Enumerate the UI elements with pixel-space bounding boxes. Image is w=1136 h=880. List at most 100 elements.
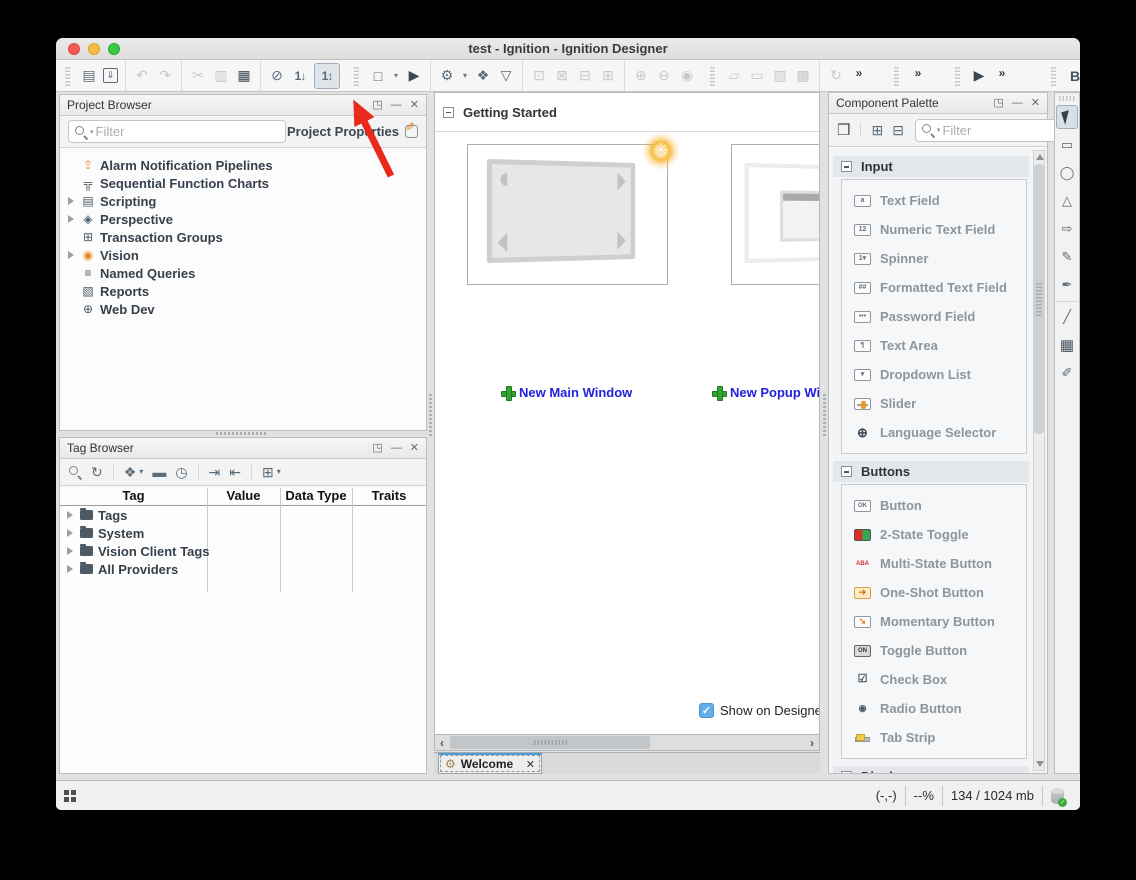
close-panel-icon[interactable]: ✕ bbox=[410, 443, 419, 454]
palette-item-toggle-button[interactable]: ON Toggle Button bbox=[842, 636, 1026, 665]
section-buttons[interactable]: Buttons bbox=[833, 461, 1029, 482]
redo-button[interactable]: ↷ bbox=[156, 65, 174, 87]
layout-button[interactable]: ⊞ bbox=[599, 65, 617, 87]
chevron-down-icon[interactable]: ▾ bbox=[937, 126, 941, 134]
expand-arrow-icon[interactable] bbox=[65, 510, 75, 520]
scroll-right-arrow[interactable]: › bbox=[805, 737, 819, 749]
run-button[interactable]: ▶ bbox=[970, 65, 988, 87]
palette-item-2-state-toggle[interactable]: 2-State Toggle bbox=[842, 520, 1026, 549]
palette-item-dropdown-list[interactable]: ▾ Dropdown List bbox=[842, 360, 1026, 389]
column-header-tag[interactable]: Tag bbox=[60, 488, 207, 505]
toolbar-overflow-chevron[interactable]: » bbox=[850, 62, 868, 84]
bold-button[interactable]: B bbox=[1066, 65, 1080, 87]
tree-item-named-queries[interactable]: ≡ Named Queries bbox=[60, 264, 426, 282]
polygon-tool[interactable]: △ bbox=[1056, 189, 1078, 213]
palette-item-spinner[interactable]: 1▾ Spinner bbox=[842, 244, 1026, 273]
tab-welcome[interactable]: ⚙ Welcome ✕ bbox=[438, 753, 542, 774]
paste-button[interactable]: ▦ bbox=[235, 65, 253, 87]
align-contract-button[interactable]: ⊠ bbox=[553, 65, 571, 87]
save-button[interactable]: ▤ bbox=[80, 65, 98, 87]
expand-arrow-icon[interactable] bbox=[66, 250, 76, 260]
minimize-panel-icon[interactable]: — bbox=[391, 100, 402, 111]
project-settings-button[interactable]: ❖ bbox=[474, 65, 492, 87]
minimize-panel-icon[interactable]: — bbox=[391, 443, 402, 454]
close-tab-icon[interactable]: ✕ bbox=[526, 758, 535, 771]
zoom-in-button[interactable]: ⊕ bbox=[632, 65, 650, 87]
palette-item-password-field[interactable]: ••• Password Field bbox=[842, 302, 1026, 331]
palette-item-momentary-button[interactable]: ➘ Momentary Button bbox=[842, 607, 1026, 636]
expand-arrow-icon[interactable] bbox=[66, 178, 76, 188]
toolbar-overflow-chevron-2[interactable]: » bbox=[909, 62, 927, 84]
undo-button[interactable]: ↶ bbox=[133, 65, 151, 87]
tag-folder-system[interactable]: System bbox=[60, 524, 426, 542]
udt-definitions-button[interactable]: ▬ bbox=[152, 465, 166, 479]
security-shield-button[interactable]: ▽ bbox=[497, 65, 515, 87]
minimize-window-button[interactable] bbox=[88, 43, 100, 55]
collapse-box-icon[interactable] bbox=[841, 771, 852, 773]
eyedropper-tool[interactable]: ✐ bbox=[1056, 361, 1078, 385]
pattern-tool[interactable]: ▦ bbox=[1056, 333, 1078, 357]
collapse-box-icon[interactable] bbox=[841, 466, 852, 477]
scroll-down-arrow[interactable] bbox=[1036, 761, 1044, 767]
ellipse-tool[interactable]: ◯ bbox=[1056, 161, 1078, 185]
tag-folder-tags[interactable]: Tags bbox=[60, 506, 426, 524]
column-header-traits[interactable]: Traits bbox=[352, 488, 426, 505]
arrow-tool[interactable]: ⇨ bbox=[1056, 217, 1078, 241]
horizontal-splitter[interactable] bbox=[216, 432, 268, 435]
bring-forward-button[interactable]: ▱ bbox=[725, 65, 743, 87]
chevron-down-icon[interactable]: ▾ bbox=[90, 128, 94, 136]
minimize-panel-icon[interactable]: — bbox=[1012, 98, 1023, 109]
tag-refresh-button[interactable]: ↻ bbox=[91, 465, 103, 479]
expand-all-button[interactable]: ⊞ bbox=[860, 123, 883, 137]
cut-button[interactable]: ✂ bbox=[189, 65, 207, 87]
tag-history-button[interactable]: ◷ bbox=[175, 465, 187, 479]
palette-item-slider[interactable]: Slider bbox=[842, 389, 1026, 418]
preview-mode-button[interactable]: ▶ bbox=[405, 65, 423, 87]
new-popup-window-card[interactable] bbox=[731, 144, 820, 285]
palette-item-one-shot-button[interactable]: ➔ One-Shot Button bbox=[842, 578, 1026, 607]
palette-item-formatted-text-field[interactable]: ## Formatted Text Field bbox=[842, 273, 1026, 302]
send-backward-button[interactable]: ▭ bbox=[748, 65, 766, 87]
close-panel-icon[interactable]: ✕ bbox=[1031, 98, 1040, 109]
line-tool[interactable]: ╱ bbox=[1056, 301, 1078, 329]
link-label[interactable]: New Popup Wi bbox=[730, 385, 820, 400]
pen-tool[interactable]: ✒ bbox=[1056, 273, 1078, 297]
zoom-window-button[interactable] bbox=[108, 43, 120, 55]
pencil-tool[interactable]: ✎ bbox=[1056, 245, 1078, 269]
expand-arrow-icon[interactable] bbox=[66, 286, 76, 296]
new-popup-window-link[interactable]: New Popup Wi bbox=[712, 385, 820, 400]
tree-item-sequential-function-charts[interactable]: ╦ Sequential Function Charts bbox=[60, 174, 426, 192]
expand-arrow-icon[interactable] bbox=[65, 546, 75, 556]
tree-item-perspective[interactable]: ◈ Perspective bbox=[60, 210, 426, 228]
export-tags-button[interactable]: ⇤ bbox=[229, 465, 241, 479]
horizontal-scrollbar[interactable]: ‹ › bbox=[434, 735, 820, 751]
palette-item-text-field[interactable]: a Text Field bbox=[842, 186, 1026, 215]
bring-to-front-button[interactable]: ▨ bbox=[771, 65, 789, 87]
tree-item-transaction-groups[interactable]: ⊞ Transaction Groups bbox=[60, 228, 426, 246]
expand-arrow-icon[interactable] bbox=[66, 160, 76, 170]
palette-scrollbar[interactable] bbox=[1033, 150, 1045, 771]
comm-read-write-button[interactable]: 1↕ bbox=[314, 63, 340, 89]
project-properties-button[interactable]: Project Properties bbox=[287, 124, 399, 139]
tag-folder-all-providers[interactable]: All Providers bbox=[60, 560, 426, 578]
column-selection-caret[interactable]: ▾ bbox=[277, 468, 281, 476]
section-display[interactable]: Display bbox=[833, 766, 1029, 773]
palette-tabs-button[interactable]: ❒ bbox=[837, 123, 850, 138]
palette-item-numeric-text-field[interactable]: 12 Numeric Text Field bbox=[842, 215, 1026, 244]
column-selection-button[interactable]: ⊞ bbox=[251, 465, 274, 479]
section-input[interactable]: Input bbox=[833, 156, 1029, 177]
link-label[interactable]: New Main Window bbox=[519, 385, 632, 400]
close-window-button[interactable] bbox=[68, 43, 80, 55]
palette-item-radio-button[interactable]: ◉ Radio Button bbox=[842, 694, 1026, 723]
align-expand-button[interactable]: ⊡ bbox=[530, 65, 548, 87]
comm-off-button[interactable]: ⊘ bbox=[268, 65, 286, 87]
send-to-back-button[interactable]: ▩ bbox=[794, 65, 812, 87]
title-bar[interactable]: test - Ignition - Ignition Designer bbox=[56, 38, 1080, 60]
expand-arrow-icon[interactable] bbox=[65, 564, 75, 574]
float-panel-icon[interactable]: ◳ bbox=[372, 100, 382, 111]
expand-arrow-icon[interactable] bbox=[66, 268, 76, 278]
tree-item-scripting[interactable]: ▤ Scripting bbox=[60, 192, 426, 210]
tree-item-web-dev[interactable]: ⊕ Web Dev bbox=[60, 300, 426, 318]
rectangle-tool[interactable]: ▭ bbox=[1056, 133, 1078, 157]
scroll-left-arrow[interactable]: ‹ bbox=[435, 737, 449, 749]
